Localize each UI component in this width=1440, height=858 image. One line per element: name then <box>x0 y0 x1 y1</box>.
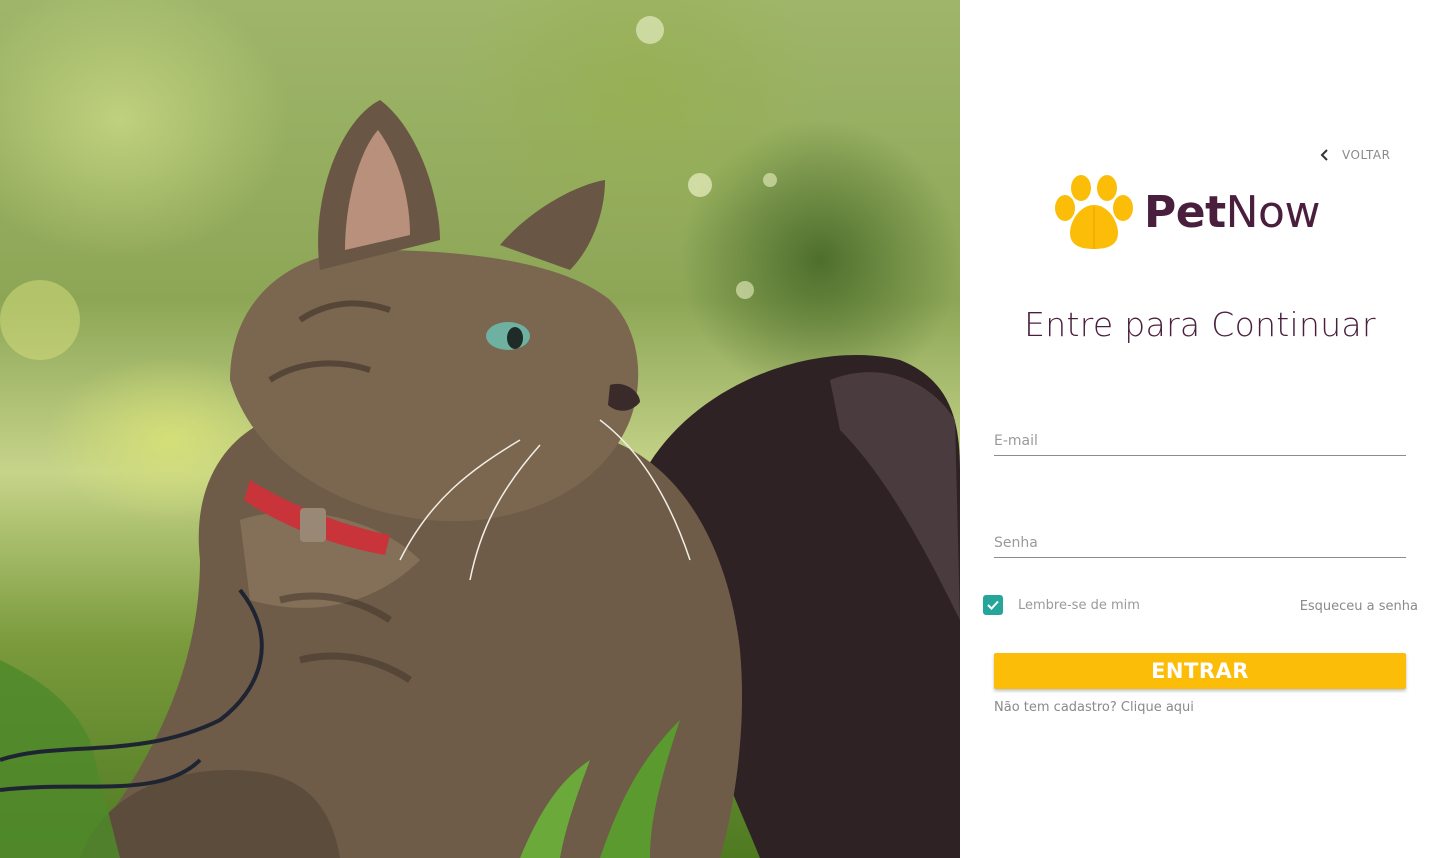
forgot-password-link[interactable]: Esqueceu a senha <box>1300 599 1418 614</box>
remember-me[interactable]: Lembre-se de mim <box>983 595 1140 615</box>
password-input[interactable] <box>994 535 1406 551</box>
signup-link[interactable]: Não tem cadastro? Clique aqui <box>994 700 1194 715</box>
back-label: VOLTAR <box>1342 148 1391 162</box>
remember-checkbox[interactable] <box>983 595 1003 615</box>
brand-name: PetNow <box>1144 187 1320 238</box>
brand-logo: PetNow <box>1052 172 1352 252</box>
back-link[interactable]: VOLTAR <box>1320 145 1405 165</box>
brand-name-regular: Now <box>1225 186 1321 238</box>
email-field <box>994 416 1406 456</box>
email-input[interactable] <box>994 433 1406 449</box>
chevron-left-icon <box>1320 149 1328 161</box>
password-field <box>994 518 1406 558</box>
remember-label: Lembre-se de mim <box>1018 597 1140 613</box>
login-panel: VOLTAR PetNow Entre para Continuar Lembr… <box>960 0 1440 858</box>
check-icon <box>987 600 999 610</box>
login-button[interactable]: ENTRAR <box>994 653 1406 689</box>
brand-name-bold: Pet <box>1144 186 1226 238</box>
paw-icon <box>1055 175 1133 249</box>
page-title: Entre para Continuar <box>1024 305 1376 344</box>
hero-photo <box>0 0 960 858</box>
cat-illustration <box>0 16 960 858</box>
